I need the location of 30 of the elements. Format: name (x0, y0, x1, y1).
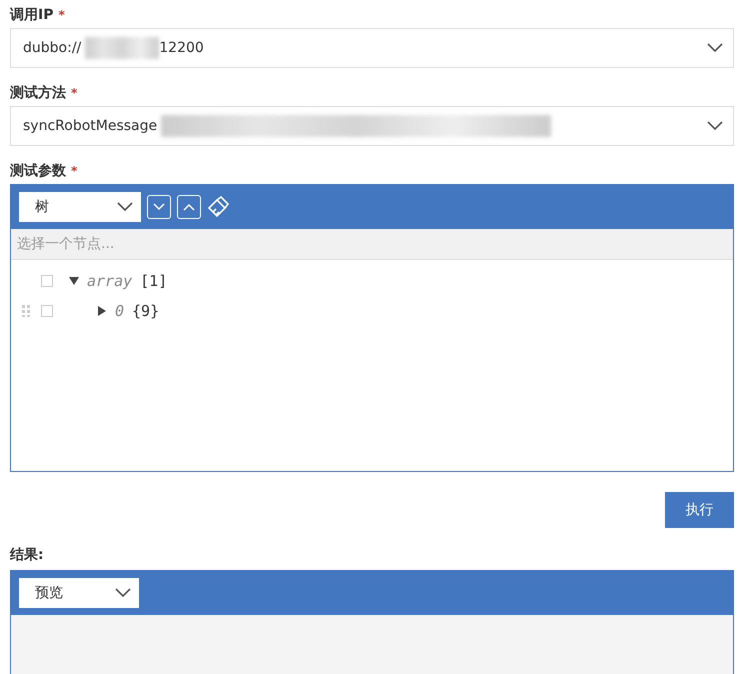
mode-select[interactable]: 树 (19, 192, 141, 222)
run-button[interactable]: 执行 (665, 492, 734, 528)
brush-icon[interactable] (207, 196, 229, 218)
chevron-down-icon (707, 43, 723, 53)
node-checkbox[interactable] (41, 305, 53, 317)
field-label: 调用IP (10, 6, 54, 24)
chevron-down-icon (707, 121, 723, 131)
method-select[interactable]: dubbo:// 12200 (10, 28, 734, 68)
result-label: 结果: (10, 546, 44, 564)
field-label: 测试方法 (10, 84, 66, 102)
required-mark: * (71, 164, 78, 178)
preview-select[interactable]: 预览 (19, 578, 139, 608)
node-key: 0 (115, 302, 124, 320)
drag-handle-icon[interactable] (22, 305, 30, 317)
required-mark: * (71, 86, 78, 100)
field-label: 测试参数 (10, 162, 66, 180)
chevron-down-icon (153, 203, 165, 211)
node-type: {9} (132, 302, 160, 320)
chevron-down-icon (115, 588, 131, 598)
triangle-down-icon[interactable] (69, 276, 79, 286)
node-key: array (87, 272, 132, 290)
node-type: [1] (140, 272, 168, 290)
required-mark: * (58, 8, 65, 22)
chevron-down-icon (117, 202, 133, 212)
chevron-up-icon (183, 203, 195, 211)
node-checkbox[interactable] (41, 275, 53, 287)
expand-all-button[interactable] (147, 195, 171, 219)
triangle-right-icon[interactable] (97, 306, 107, 316)
collapse-all-button[interactable] (177, 195, 201, 219)
method-select[interactable]: syncRobotMessage (10, 106, 734, 146)
